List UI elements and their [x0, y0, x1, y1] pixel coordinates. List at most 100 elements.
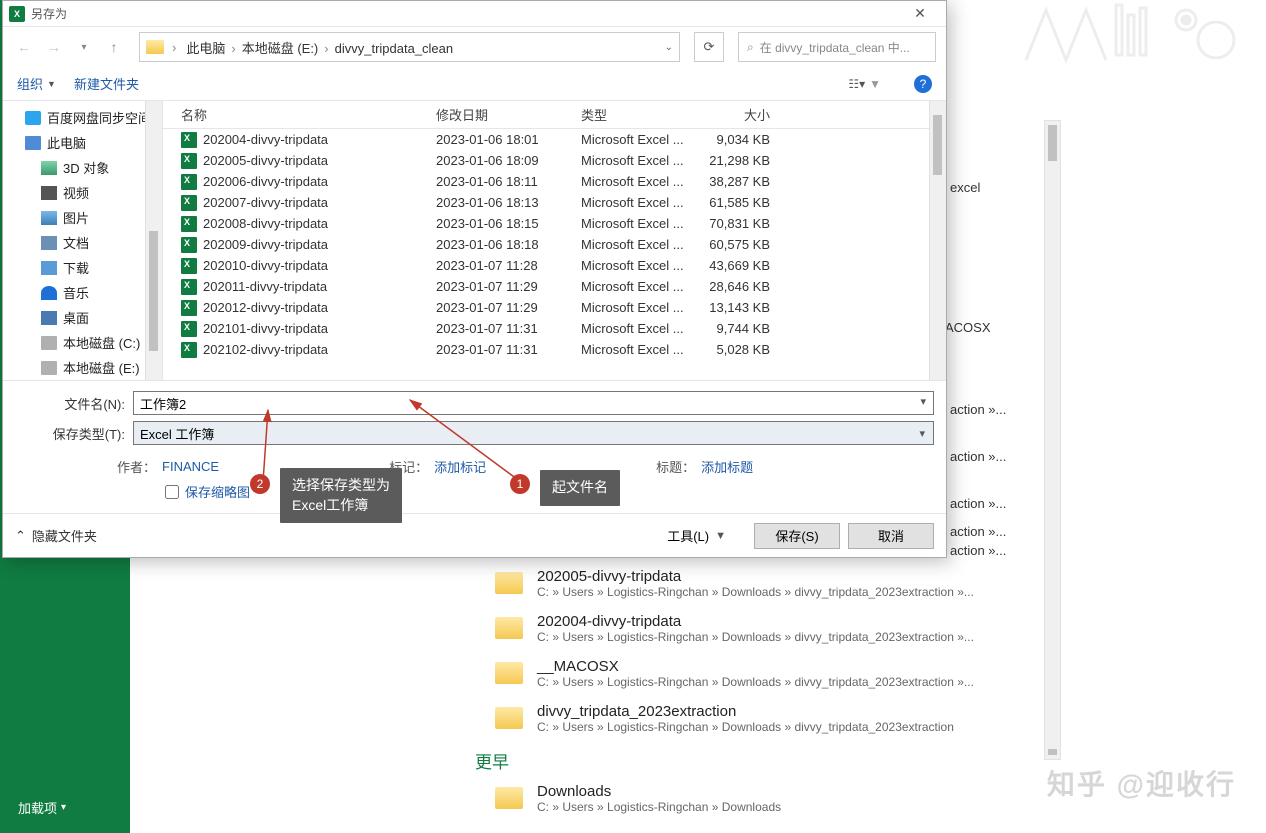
excel-file-icon	[181, 132, 197, 148]
video-icon	[41, 186, 57, 200]
tree-item[interactable]: 下载	[3, 255, 162, 280]
column-type[interactable]: 类型	[573, 105, 693, 124]
dl-icon	[41, 261, 57, 275]
excel-icon: X	[9, 6, 25, 22]
hide-folders-toggle[interactable]: ⌃ 隐藏文件夹	[15, 526, 97, 545]
tree-item[interactable]: 视频	[3, 180, 162, 205]
watermark: 知乎 @迎收行	[1047, 763, 1236, 803]
filetype-label: 保存类型(T):	[15, 424, 133, 443]
baidu-icon	[25, 111, 41, 125]
author-label: 作者：	[117, 457, 156, 476]
tree-item[interactable]: 本地磁盘 (C:)	[3, 330, 162, 355]
tools-dropdown-icon[interactable]: ▼	[715, 530, 726, 542]
background-folder-item[interactable]: __MACOSX C: » Users » Logistics-Ringchan…	[495, 658, 974, 689]
nav-up-button[interactable]: ↑	[103, 36, 125, 58]
decorative-header-art	[966, 0, 1266, 80]
tree-item[interactable]: 音乐	[3, 280, 162, 305]
background-folder-item[interactable]: Downloads C: » Users » Logistics-Ringcha…	[495, 783, 974, 814]
folder-icon	[495, 617, 523, 639]
excel-file-icon	[181, 342, 197, 358]
background-folder-item[interactable]: 202004-divvy-tripdata C: » Users » Logis…	[495, 613, 974, 644]
excel-file-icon	[181, 174, 197, 190]
folder-icon	[495, 662, 523, 684]
filename-label: 文件名(N):	[15, 394, 133, 413]
tag-value[interactable]: 添加标记	[434, 457, 486, 476]
save-button[interactable]: 保存(S)	[754, 523, 840, 549]
pic-icon	[41, 211, 57, 225]
file-list-pane: 名称 修改日期 类型 大小 202004-divvy-tripdata2023-…	[163, 101, 946, 380]
file-row[interactable]: 202004-divvy-tripdata2023-01-06 18:01Mic…	[163, 129, 946, 150]
annotation-number-2: 2	[250, 474, 270, 494]
folder-icon	[495, 572, 523, 594]
nav-forward-button[interactable]: →	[43, 36, 65, 58]
annotation-callout-savetype: 选择保存类型为Excel工作簿	[280, 468, 402, 523]
file-row[interactable]: 202005-divvy-tripdata2023-01-06 18:09Mic…	[163, 150, 946, 171]
3d-icon	[41, 161, 57, 175]
addins-link[interactable]: 加载项▾	[0, 790, 84, 825]
thumbnail-label[interactable]: 保存缩略图	[185, 482, 250, 501]
column-name[interactable]: 名称	[163, 105, 428, 124]
file-row[interactable]: 202012-divvy-tripdata2023-01-07 11:29Mic…	[163, 297, 946, 318]
help-button[interactable]: ?	[914, 75, 932, 93]
folder-tree[interactable]: 百度网盘同步空间此电脑3D 对象视频图片文档下载音乐桌面本地磁盘 (C:)本地磁…	[3, 101, 163, 380]
file-row[interactable]: 202007-divvy-tripdata2023-01-06 18:13Mic…	[163, 192, 946, 213]
file-row[interactable]: 202008-divvy-tripdata2023-01-06 18:15Mic…	[163, 213, 946, 234]
column-size[interactable]: 大小	[693, 105, 788, 124]
title-meta-value[interactable]: 添加标题	[701, 457, 753, 476]
filename-input[interactable]	[133, 391, 934, 415]
tree-item[interactable]: 百度网盘同步空间	[3, 105, 162, 130]
file-row[interactable]: 202011-divvy-tripdata2023-01-07 11:29Mic…	[163, 276, 946, 297]
desktop-icon	[41, 311, 57, 325]
file-row[interactable]: 202010-divvy-tripdata2023-01-07 11:28Mic…	[163, 255, 946, 276]
dialog-footer: ⌃ 隐藏文件夹 工具(L) ▼ 保存(S) 取消	[3, 513, 946, 557]
file-list-scrollbar[interactable]	[929, 101, 946, 380]
tree-item[interactable]: 此电脑	[3, 130, 162, 155]
organize-menu[interactable]: 组织▼	[17, 74, 56, 93]
dialog-toolbar: 组织▼ 新建文件夹 ☷▾▼ ?	[3, 67, 946, 101]
author-value[interactable]: FINANCE	[162, 459, 219, 474]
nav-back-button[interactable]: ←	[13, 36, 35, 58]
filetype-select[interactable]: Excel 工作簿	[133, 421, 934, 445]
search-icon: ⌕	[747, 40, 754, 55]
background-folder-item[interactable]: 202005-divvy-tripdata C: » Users » Logis…	[495, 568, 974, 599]
thumbnail-checkbox[interactable]	[165, 485, 179, 499]
title-meta-label: 标题：	[656, 457, 695, 476]
drive-icon	[41, 336, 57, 350]
address-bar[interactable]: › 此电脑›本地磁盘 (E:)›divvy_tripdata_clean ⌄	[139, 32, 680, 62]
breadcrumb-segment[interactable]: 此电脑	[184, 41, 227, 56]
close-button[interactable]: ✕	[900, 5, 940, 22]
tree-scrollbar[interactable]	[145, 101, 162, 380]
recent-locations-button[interactable]: ▾	[73, 36, 95, 58]
file-row[interactable]: 202006-divvy-tripdata2023-01-06 18:11Mic…	[163, 171, 946, 192]
file-row[interactable]: 202101-divvy-tripdata2023-01-07 11:31Mic…	[163, 318, 946, 339]
excel-file-icon	[181, 216, 197, 232]
excel-file-icon	[181, 321, 197, 337]
breadcrumb-segment[interactable]: 本地磁盘 (E:)	[240, 41, 321, 56]
tree-item[interactable]: 图片	[3, 205, 162, 230]
tree-item[interactable]: 本地磁盘 (E:)	[3, 355, 162, 380]
chevron-up-icon: ⌃	[15, 528, 26, 544]
search-input[interactable]: ⌕ 在 divvy_tripdata_clean 中...	[738, 32, 936, 62]
breadcrumb-segment[interactable]: divvy_tripdata_clean	[333, 41, 456, 56]
background-folder-item[interactable]: divvy_tripdata_2023extraction C: » Users…	[495, 703, 974, 734]
file-row[interactable]: 202009-divvy-tripdata2023-01-06 18:18Mic…	[163, 234, 946, 255]
cancel-button[interactable]: 取消	[848, 523, 934, 549]
excel-file-icon	[181, 195, 197, 211]
excel-file-icon	[181, 258, 197, 274]
refresh-button[interactable]: ⟳	[694, 32, 724, 62]
dialog-titlebar: X 另存为 ✕	[3, 1, 946, 27]
doc-icon	[41, 236, 57, 250]
tree-item[interactable]: 3D 对象	[3, 155, 162, 180]
tree-item[interactable]: 桌面	[3, 305, 162, 330]
file-row[interactable]: 202102-divvy-tripdata2023-01-07 11:31Mic…	[163, 339, 946, 360]
music-icon	[41, 286, 57, 300]
new-folder-button[interactable]: 新建文件夹	[74, 74, 139, 93]
column-date[interactable]: 修改日期	[428, 105, 573, 124]
drive-icon	[41, 361, 57, 375]
file-list-header[interactable]: 名称 修改日期 类型 大小	[163, 101, 946, 129]
view-options-button[interactable]: ☷▾▼	[843, 74, 886, 94]
background-scrollbar[interactable]	[1044, 120, 1061, 760]
annotation-callout-filename: 起文件名	[540, 470, 620, 506]
tree-item[interactable]: 文档	[3, 230, 162, 255]
tools-menu[interactable]: 工具(L)	[667, 526, 709, 545]
